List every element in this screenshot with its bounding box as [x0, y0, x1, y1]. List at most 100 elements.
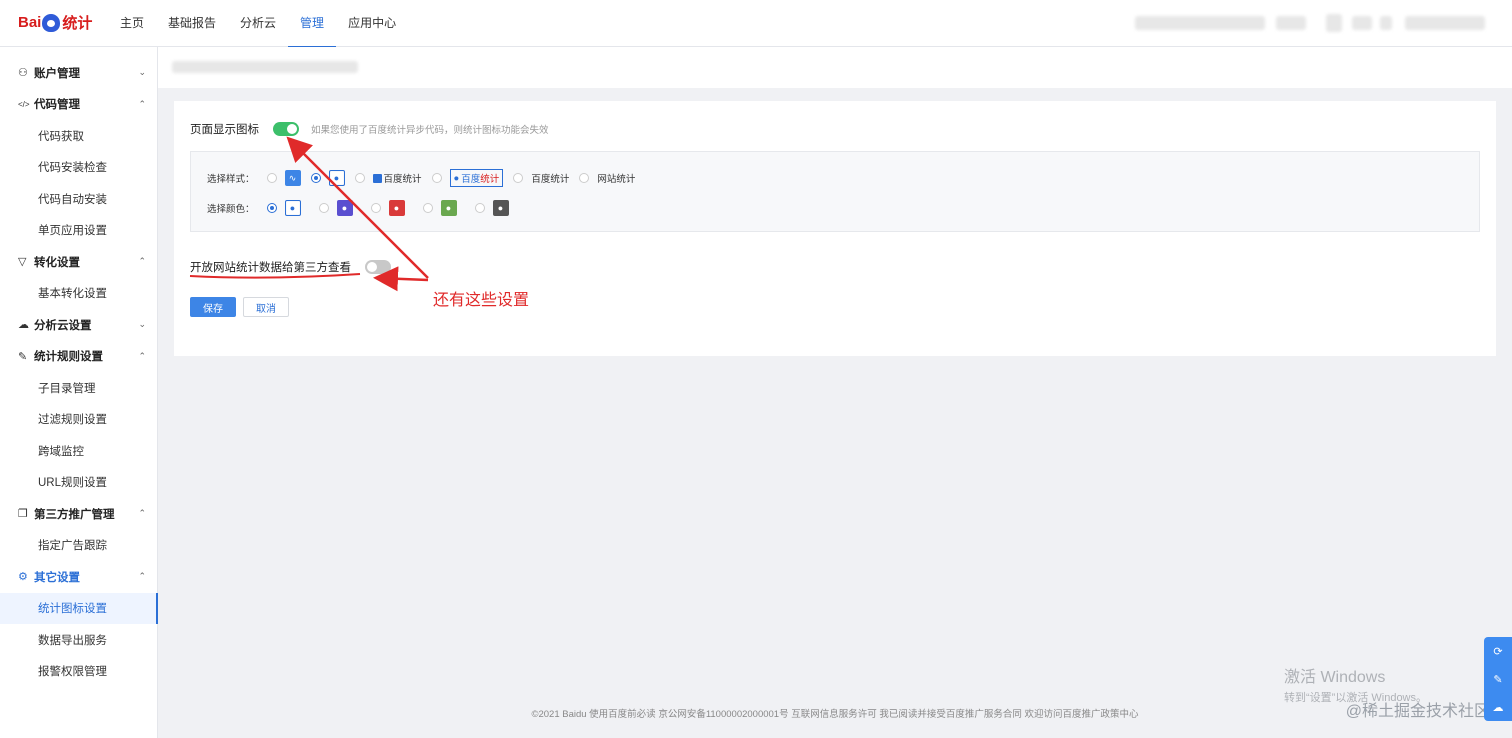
baidu-tongji-logo[interactable]: Bai 统计 [18, 12, 92, 33]
paw-color-icon: ● [440, 200, 457, 216]
sidebar-item[interactable]: URL规则设置 [0, 467, 158, 498]
logo-suffix: 统计 [62, 15, 93, 32]
style-option[interactable]: ● 百度 统计 [431, 169, 504, 187]
sidebar-item[interactable]: 数据导出服务 [0, 624, 158, 655]
style-option[interactable]: ∿ [266, 170, 301, 186]
paw-color-icon: ● [492, 200, 509, 216]
top-navigation-bar: Bai 统计 主页 基础报告 分析云 管理 应用中心 [0, 0, 1512, 48]
sidebar-group[interactable]: ❐ 第三方推广管理 ⌃ [0, 498, 158, 529]
sidebar-item[interactable]: 基本转化设置 [0, 278, 158, 309]
logo-prefix: Bai [18, 14, 42, 31]
style-radio[interactable] [513, 173, 524, 183]
baidu-paw-icon [42, 13, 61, 32]
toggle-knob [367, 262, 377, 272]
sidebar-item[interactable]: 代码自动安装 [0, 183, 158, 214]
style-radio[interactable] [266, 173, 277, 183]
chat-icon[interactable]: ☁ [1484, 693, 1512, 721]
icon-settings-panel: 页面显示图标 如果您使用了百度统计异步代码，则统计图标功能会失效 选择样式： ∿… [174, 101, 1496, 356]
juejin-watermark: @稀土掘金技术社区 [1345, 703, 1490, 720]
feedback-icon[interactable]: ✎ [1484, 665, 1512, 693]
color-option[interactable]: ● [474, 200, 509, 216]
gear-icon: ⚙ [18, 571, 28, 583]
sidebar-item[interactable]: 跨域监控 [0, 435, 158, 466]
sidebar-item[interactable]: 单页应用设置 [0, 215, 158, 246]
show-icon-row: 页面显示图标 如果您使用了百度统计异步代码，则统计图标功能会失效 [190, 121, 549, 137]
sidebar-group[interactable]: </> 代码管理 ⌃ [0, 89, 158, 120]
sidebar-group[interactable]: ▽ 转化设置 ⌃ [0, 246, 158, 277]
nav-item[interactable]: 分析云 [228, 0, 288, 47]
color-option[interactable]: ● [422, 200, 457, 216]
sidebar-item[interactable]: 过滤规则设置 [0, 404, 158, 435]
color-radio[interactable] [474, 203, 485, 213]
chevron-up-icon: ⌃ [138, 350, 146, 361]
color-radio[interactable] [266, 203, 277, 213]
style-options: ∿ ● 百度统计 ● 百度 统计 百度统计 网站统计 [266, 169, 646, 187]
sidebar-item[interactable]: 报警权限管理 [0, 656, 158, 687]
save-button[interactable]: 保存 [190, 297, 236, 317]
sidebar-group-label: 账户管理 [34, 67, 80, 80]
text-style-label: 百度统计 [372, 171, 422, 185]
style-option[interactable]: ● [310, 170, 345, 186]
paw-color-icon: ● [336, 200, 353, 216]
nav-item[interactable]: 管理 [288, 0, 337, 48]
code-icon: </> [18, 99, 30, 109]
cancel-button[interactable]: 取消 [243, 297, 289, 317]
watermark-line-1: 激活 Windows [1284, 669, 1386, 686]
style-option[interactable]: 百度统计 [354, 171, 422, 185]
sidebar-group[interactable]: ☁ 分析云设置 ⌄ [0, 309, 158, 340]
style-option[interactable]: 百度统计 [513, 171, 569, 185]
color-option[interactable]: ● [370, 200, 405, 216]
paw-badge-icon: ● [328, 170, 345, 186]
color-radio[interactable] [318, 203, 329, 213]
blurred-account-info [1380, 16, 1392, 30]
style-text: 网站统计 [597, 174, 636, 185]
style-radio[interactable] [431, 173, 442, 183]
floating-toolbar: ⟳ ✎ ☁ [1484, 637, 1512, 721]
blurred-account-info [1276, 16, 1306, 30]
color-option[interactable]: ● [318, 200, 353, 216]
breadcrumb-bar [158, 47, 1512, 88]
color-radio[interactable] [422, 203, 433, 213]
show-icon-toggle[interactable] [273, 122, 299, 136]
sidebar-group[interactable]: ⚙ 其它设置 ⌃ [0, 561, 158, 592]
style-option[interactable]: 网站统计 [579, 171, 635, 185]
style-text: 百度统计 [531, 174, 570, 185]
sidebar-group-label: 分析云设置 [34, 319, 92, 332]
sidebar-item[interactable]: 代码获取 [0, 120, 158, 151]
show-icon-hint: 如果您使用了百度统计异步代码，则统计图标功能会失效 [311, 125, 549, 136]
blurred-breadcrumb [172, 61, 358, 73]
sidebar-item[interactable]: 指定广告跟踪 [0, 530, 158, 561]
sidebar-group[interactable]: ✎ 统计规则设置 ⌃ [0, 341, 158, 372]
open-data-toggle[interactable] [365, 260, 391, 274]
color-label: 选择颜色： [207, 204, 255, 215]
sidebar-group-label: 转化设置 [34, 256, 80, 269]
style-text: 百度统计 [383, 174, 422, 185]
copy-icon: ❐ [18, 508, 28, 520]
color-row: 选择颜色： ● ● ● ● ● [207, 200, 527, 216]
style-radio[interactable] [354, 173, 365, 183]
nav-item[interactable]: 应用中心 [336, 0, 408, 47]
framed-text-style: ● 百度 统计 [449, 169, 504, 187]
chevron-up-icon: ⌃ [138, 508, 146, 518]
main-nav: 主页 基础报告 分析云 管理 应用中心 [108, 0, 408, 48]
sidebar-item[interactable]: 代码安装检查 [0, 152, 158, 183]
style-radio[interactable] [310, 173, 321, 183]
refresh-icon[interactable]: ⟳ [1484, 637, 1512, 665]
color-option[interactable]: ● [266, 200, 301, 216]
sidebar-group-label: 第三方推广管理 [34, 508, 115, 521]
sidebar-item-selected[interactable]: 统计图标设置 [0, 592, 158, 624]
nav-item[interactable]: 主页 [108, 0, 156, 47]
sidebar-item[interactable]: 子目录管理 [0, 372, 158, 403]
sidebar-group-label: 其它设置 [34, 571, 80, 584]
style-row: 选择样式： ∿ ● 百度统计 ● 百度 统计 百度统计 网站统计 [207, 169, 645, 187]
blurred-account-info [1352, 16, 1372, 30]
blurred-account-info [1405, 16, 1485, 30]
chevron-up-icon: ⌃ [138, 256, 146, 266]
sidebar-group[interactable]: ⚇ 账户管理 ⌄ [0, 57, 158, 88]
style-radio[interactable] [579, 173, 590, 183]
user-icon: ⚇ [18, 67, 28, 79]
paw-icon: ● [453, 172, 460, 184]
nav-item[interactable]: 基础报告 [156, 0, 228, 47]
style-label: 选择样式： [207, 174, 255, 185]
color-radio[interactable] [370, 203, 381, 213]
